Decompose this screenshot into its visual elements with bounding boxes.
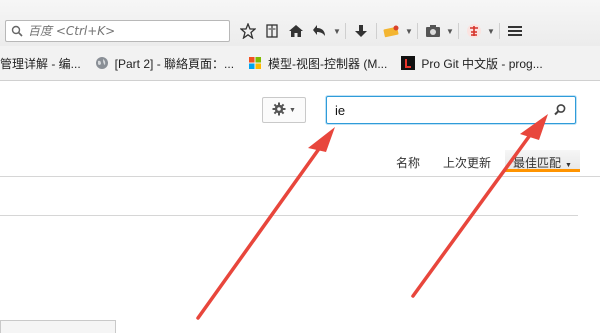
addon-icon[interactable] [380, 20, 404, 42]
bookmark-label: 管理详解 - 编... [0, 56, 81, 71]
divider [0, 215, 578, 216]
toolbar-separator [417, 23, 418, 39]
chevron-down-icon: ▼ [565, 162, 572, 169]
star-icon[interactable] [236, 20, 260, 42]
toolbar-separator [345, 23, 346, 39]
screenshot-icon[interactable] [421, 20, 445, 42]
toolbar-separator [499, 23, 500, 39]
sort-by-last-updated[interactable]: 上次更新 [443, 154, 491, 171]
chevron-down-icon[interactable]: ▼ [445, 20, 455, 42]
chevron-down-icon[interactable]: ▼ [486, 20, 496, 42]
bookmark-label: 模型-视图-控制器 (M... [268, 56, 388, 71]
browser-toolbar: ▼ ▼ ▼ ▼ [0, 0, 600, 46]
toolbar-separator [376, 23, 377, 39]
sort-label: 最佳匹配 [513, 156, 562, 170]
addon-search-input[interactable] [327, 102, 545, 118]
l-icon [401, 56, 416, 70]
bookmark-item[interactable]: 管理详解 - 编... [0, 55, 81, 72]
sort-bar: 名称 上次更新 最佳匹配 ▼ [0, 150, 600, 176]
chevron-down-icon: ▼ [289, 106, 296, 114]
bookmark-item[interactable]: Pro Git 中文版 - prog... [401, 55, 543, 72]
bookmark-item[interactable]: [Part 2] - 聯絡頁面：... [95, 55, 234, 72]
sort-by-name[interactable]: 名称 [396, 154, 420, 171]
addon-search-box[interactable] [326, 96, 576, 124]
bookmark-item[interactable]: 模型-视图-控制器 (M... [248, 55, 387, 72]
globe-icon [95, 56, 109, 70]
toolbar-icons: ▼ ▼ ▼ ▼ [236, 20, 527, 42]
search-icon[interactable] [553, 103, 567, 122]
fortune-icon[interactable] [462, 20, 486, 42]
chevron-down-icon[interactable]: ▼ [404, 20, 414, 42]
windows-icon [248, 56, 262, 70]
toolbar-separator [458, 23, 459, 39]
bookmark-label: Pro Git 中文版 - prog... [421, 56, 543, 71]
web-search-box[interactable] [5, 20, 230, 42]
bookmarks-bar: 管理详解 - 编... [Part 2] - 聯絡頁面：... 模型-视图-控制… [0, 46, 600, 81]
tools-gear-button[interactable]: ▼ [262, 97, 306, 123]
search-icon [6, 21, 28, 41]
chevron-down-icon[interactable]: ▼ [332, 20, 342, 42]
bookmark-label: [Part 2] - 聯絡頁面：... [114, 56, 235, 71]
web-search-input[interactable] [28, 24, 218, 38]
gear-icon [272, 102, 286, 119]
divider [0, 176, 600, 177]
download-icon[interactable] [349, 20, 373, 42]
back-icon[interactable] [308, 20, 332, 42]
arrow-to-search-icon [411, 114, 548, 298]
sort-by-best-match[interactable]: 最佳匹配 ▼ [505, 150, 580, 172]
menu-icon[interactable] [503, 20, 527, 42]
home-icon[interactable] [284, 20, 308, 42]
reading-list-icon[interactable] [260, 20, 284, 42]
